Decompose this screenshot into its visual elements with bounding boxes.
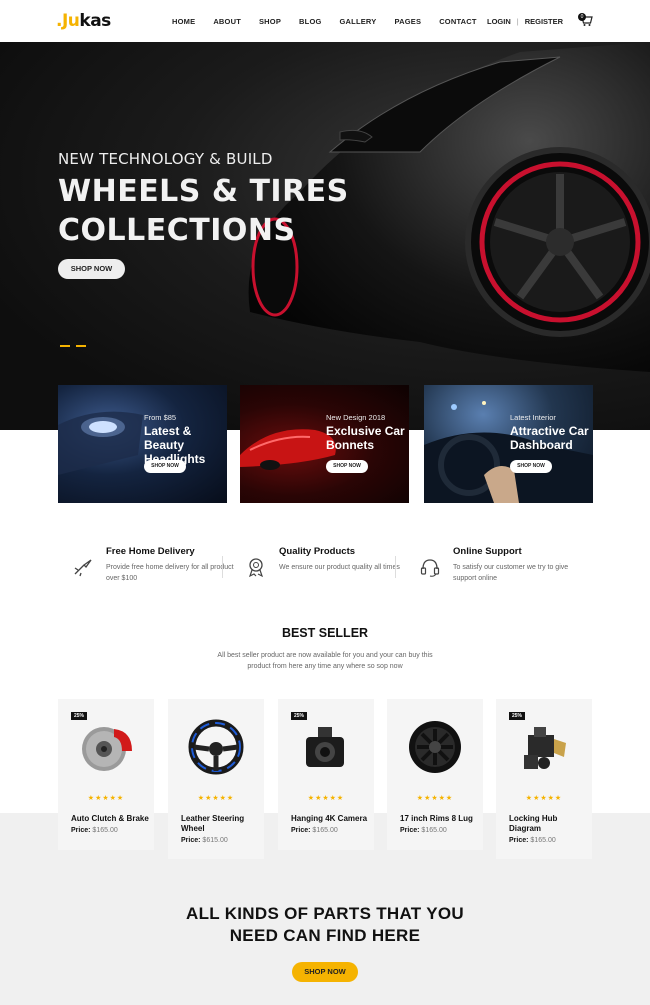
nav-gallery[interactable]: GALLERY: [340, 17, 377, 26]
banner-headlights[interactable]: From $85 Latest & Beauty Headlights SHOP …: [58, 385, 227, 503]
locking-hub-image: [524, 727, 566, 769]
dash-camera-image: [306, 727, 344, 767]
feature-divider: [395, 556, 396, 578]
logo[interactable]: .Jukas: [56, 11, 111, 31]
product-price: Price: $165.00: [291, 827, 338, 834]
feature-divider: [222, 556, 223, 578]
promo-title: ALL KINDS OF PARTS THAT YOU NEED CAN FIN…: [0, 903, 650, 947]
product-price: Price: $165.00: [509, 837, 556, 844]
product-name[interactable]: Locking Hub Diagram: [509, 814, 589, 834]
banner-title-line2: Bonnets: [326, 438, 374, 452]
product-price: Price: $615.00: [181, 837, 228, 844]
banner-pre-text: New Design 2018: [326, 413, 386, 422]
price-label: Price:: [291, 827, 311, 834]
hero-title-line1: WHEELS & TIRES: [58, 174, 349, 209]
banner-title: Attractive Car Dashboard: [510, 424, 589, 452]
banner-bonnets[interactable]: New Design 2018 Exclusive Car Bonnets SHO…: [240, 385, 409, 503]
slider-dot-1[interactable]: [60, 345, 70, 347]
banner-title: Exclusive Car Bonnets: [326, 424, 405, 452]
product-card[interactable]: 25% ★★★★★ Auto Clutch & Brake Price: $16…: [58, 699, 154, 850]
product-card[interactable]: 25% ★★★★★ Hanging 4K Camera Price: $165.…: [278, 699, 374, 850]
banner-shop-now-button[interactable]: SHOP NOW: [144, 460, 186, 473]
product-name[interactable]: Auto Clutch & Brake: [71, 814, 151, 824]
banner-pre-text: From $85: [144, 413, 177, 422]
promo-title-line1: ALL KINDS OF PARTS THAT YOU: [186, 904, 464, 923]
auth-separator: |: [516, 17, 519, 26]
price-label: Price:: [509, 837, 529, 844]
delivery-icon: [74, 559, 92, 577]
product-card[interactable]: ★★★★★ 17 inch Rims 8 Lug Price: $165.00: [387, 699, 483, 850]
banner-title-line1: Attractive Car: [510, 424, 589, 438]
brake-disc-image: [82, 727, 132, 771]
banner-shop-now-button[interactable]: SHOP NOW: [510, 460, 552, 473]
site-header: .Jukas HOME ABOUT SHOP BLOG GALLERY PAGE…: [0, 0, 650, 42]
price-value: $165.00: [92, 827, 118, 834]
feature-title: Free Home Delivery: [106, 546, 195, 557]
banner-dashboard[interactable]: Latest Interior Attractive Car Dashboard …: [424, 385, 593, 503]
rating-stars: ★★★★★: [307, 795, 345, 802]
slider-dots: [60, 334, 92, 352]
main-nav: HOME ABOUT SHOP BLOG GALLERY PAGES CONTA…: [172, 17, 495, 26]
banner-shop-now-button[interactable]: SHOP NOW: [326, 460, 368, 473]
cart-button[interactable]: 0: [578, 13, 594, 27]
hero-title: WHEELS & TIRES COLLECTIONS: [58, 172, 349, 250]
product-price: Price: $165.00: [71, 827, 118, 834]
nav-about[interactable]: ABOUT: [213, 17, 241, 26]
best-seller-desc: All best seller product are now availabl…: [217, 652, 433, 670]
login-link[interactable]: LOGIN: [487, 17, 511, 26]
best-seller-title: BEST SELLER: [281, 626, 369, 640]
price-label: Price:: [400, 827, 420, 834]
steering-wheel-image: [188, 719, 244, 775]
hero-slider: NEW TECHNOLOGY & BUILD WHEELS & TIRES CO…: [0, 42, 650, 430]
product-name[interactable]: Hanging 4K Camera: [291, 814, 371, 824]
nav-pages[interactable]: PAGES: [394, 17, 421, 26]
banner-title-line1: Exclusive Car: [326, 424, 405, 438]
hero-title-line2: COLLECTIONS: [58, 213, 296, 248]
banner-title-line1: Latest & Beauty: [144, 424, 192, 452]
nav-shop[interactable]: SHOP: [259, 17, 281, 26]
hero-shop-now-button[interactable]: SHOP NOW: [58, 259, 125, 279]
promo-title-line2: NEED CAN FIND HERE: [229, 926, 421, 945]
slider-dot-2[interactable]: [76, 345, 86, 347]
rating-stars: ★★★★★: [416, 795, 454, 802]
price-label: Price:: [71, 827, 91, 834]
badge-icon: [248, 558, 264, 578]
feature-desc: We ensure our product quality all times: [279, 564, 400, 571]
feature-desc: To satisfy our customer we try to give s…: [453, 564, 569, 582]
promo-shop-now-button[interactable]: SHOP NOW: [292, 962, 358, 982]
nav-home[interactable]: HOME: [172, 17, 195, 26]
banner-title-line2: Dashboard: [510, 438, 573, 452]
price-value: $165.00: [530, 837, 556, 844]
auth-links: LOGIN | REGISTER: [487, 17, 563, 26]
rating-stars: ★★★★★: [197, 795, 235, 802]
product-price: Price: $165.00: [400, 827, 447, 834]
product-card[interactable]: ★★★★★ Leather Steering Wheel Price: $615…: [168, 699, 264, 859]
rating-stars: ★★★★★: [525, 795, 563, 802]
product-name[interactable]: Leather Steering Wheel: [181, 814, 261, 834]
price-value: $165.00: [312, 827, 338, 834]
product-name[interactable]: 17 inch Rims 8 Lug: [400, 814, 480, 824]
price-label: Price:: [181, 837, 201, 844]
product-card[interactable]: 25% ★★★★★ Locking Hub Diagram Price: $16…: [496, 699, 592, 859]
nav-contact[interactable]: CONTACT: [439, 17, 477, 26]
cart-count-badge: 0: [578, 13, 586, 21]
banner-pre-text: Latest Interior: [510, 413, 556, 422]
rim-image: [409, 721, 461, 773]
nav-blog[interactable]: BLOG: [299, 17, 321, 26]
price-value: $615.00: [202, 837, 228, 844]
rating-stars: ★★★★★: [87, 795, 125, 802]
price-value: $165.00: [421, 827, 447, 834]
hero-subtitle: NEW TECHNOLOGY & BUILD: [58, 150, 273, 168]
feature-title: Quality Products: [279, 546, 356, 557]
feature-desc: Provide free home delivery for all produ…: [106, 564, 234, 582]
feature-title: Online Support: [453, 546, 522, 557]
headset-icon: [420, 559, 440, 577]
register-link[interactable]: REGISTER: [525, 17, 563, 26]
